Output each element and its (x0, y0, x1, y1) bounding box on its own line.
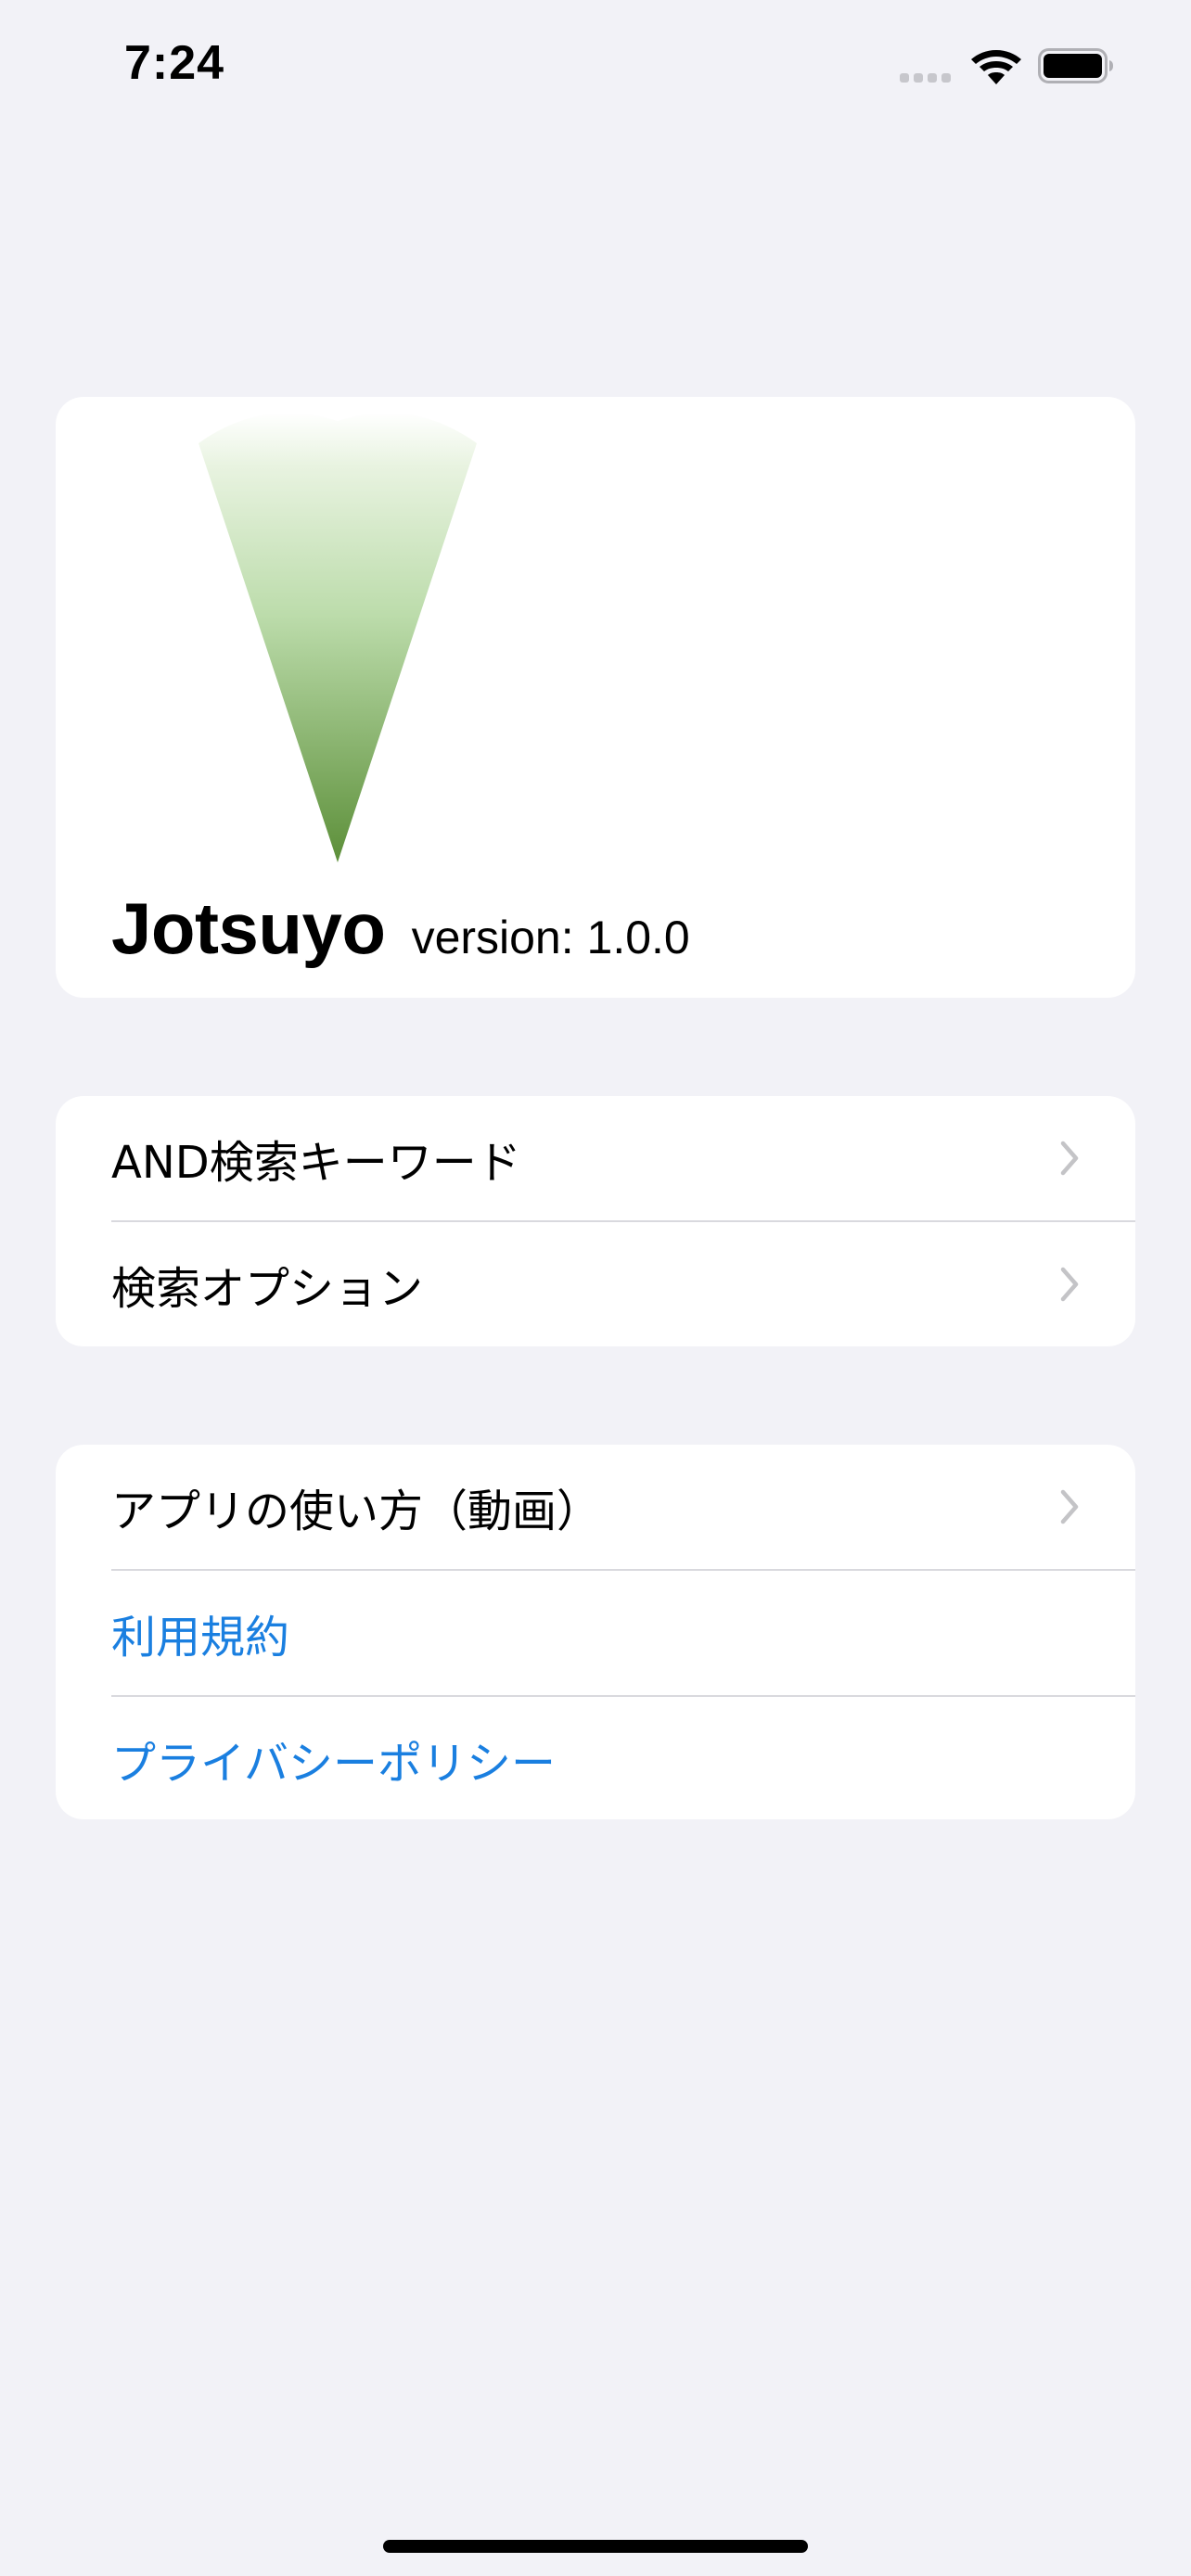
info-card: アプリの使い方（動画） 利用規約 プライバシーポリシー (56, 1445, 1135, 1819)
and-search-keywords-row[interactable]: AND検索キーワード (111, 1096, 1135, 1220)
wifi-icon (971, 50, 1021, 84)
terms-of-use-link[interactable]: 利用規約 (111, 1571, 1135, 1695)
signal-bar (914, 73, 923, 83)
signal-bar (928, 73, 937, 83)
privacy-policy-link[interactable]: プライバシーポリシー (111, 1697, 1135, 1819)
signal-bar (941, 73, 951, 83)
app-version: version: 1.0.0 (411, 912, 690, 963)
chevron-right-icon (1060, 1489, 1079, 1524)
search-settings-card: AND検索キーワード 検索オプション (56, 1096, 1135, 1346)
app-name: Jotsuyo (111, 887, 386, 969)
row-label: 利用規約 (111, 1612, 290, 1664)
row-label: プライバシーポリシー (111, 1738, 557, 1790)
signal-bar (900, 73, 909, 83)
how-to-use-video-row[interactable]: アプリの使い方（動画） (111, 1445, 1135, 1569)
chevron-right-icon (1060, 1141, 1079, 1176)
row-label: AND検索キーワード (111, 1137, 521, 1189)
app-title-row: Jotsuyo version: 1.0.0 (111, 886, 690, 970)
app-header-card: Jotsuyo version: 1.0.0 (56, 397, 1135, 998)
signal-icon (900, 73, 951, 83)
chevron-right-icon (1060, 1267, 1079, 1302)
row-label: アプリの使い方（動画） (111, 1486, 602, 1537)
battery-icon (1038, 48, 1113, 83)
home-indicator[interactable] (383, 2540, 808, 2553)
green-triangle-logo-icon (198, 414, 477, 862)
search-options-row[interactable]: 検索オプション (111, 1222, 1135, 1346)
status-time: 7:24 (124, 36, 225, 90)
row-label: 検索オプション (111, 1263, 424, 1315)
status-bar: 7:24 (0, 0, 1191, 139)
